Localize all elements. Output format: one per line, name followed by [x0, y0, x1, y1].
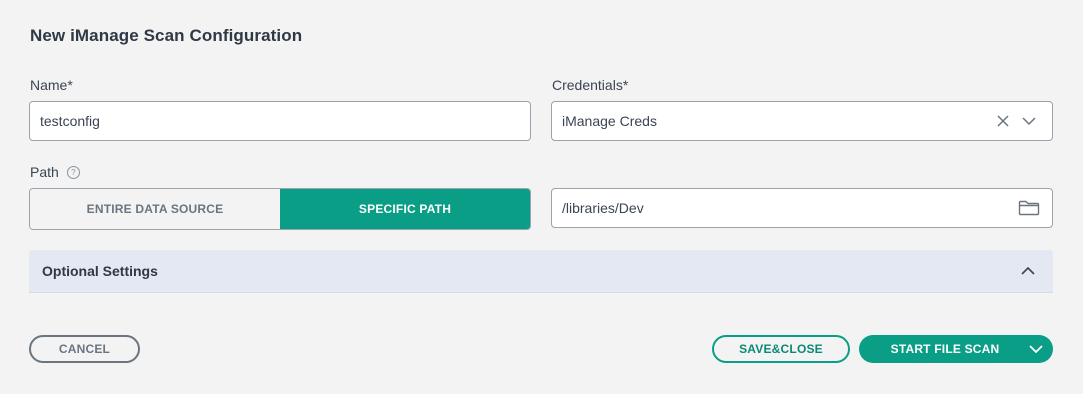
- path-value: /libraries/Dev: [562, 200, 644, 216]
- specific-path-option[interactable]: SPECIFIC PATH: [280, 189, 530, 229]
- chevron-up-icon[interactable]: [1015, 258, 1041, 284]
- name-label: Name*: [30, 77, 73, 93]
- credentials-label: Credentials*: [552, 77, 629, 93]
- start-file-scan-label: START FILE SCAN: [890, 342, 1000, 356]
- dialog-title: New iManage Scan Configuration: [30, 26, 303, 45]
- entire-data-source-option[interactable]: ENTIRE DATA SOURCE: [30, 189, 280, 229]
- path-mode-toggle: ENTIRE DATA SOURCE SPECIFIC PATH: [29, 188, 531, 230]
- chevron-down-icon[interactable]: [1019, 344, 1053, 354]
- start-file-scan-button[interactable]: START FILE SCAN: [859, 335, 1053, 363]
- name-value: testconfig: [40, 113, 100, 129]
- name-field[interactable]: testconfig: [29, 101, 531, 141]
- chevron-down-icon[interactable]: [1016, 108, 1042, 134]
- path-label-group: Path?: [30, 164, 80, 180]
- path-label: Path: [30, 164, 59, 180]
- folder-icon[interactable]: [1016, 195, 1042, 221]
- scan-config-dialog: New iManage Scan Configuration Name* tes…: [0, 0, 1083, 394]
- credentials-select[interactable]: iManage Creds: [551, 101, 1053, 141]
- close-icon[interactable]: [990, 108, 1016, 134]
- path-input[interactable]: /libraries/Dev: [551, 188, 1053, 228]
- optional-settings-accordion[interactable]: Optional Settings: [29, 250, 1053, 293]
- cancel-button[interactable]: CANCEL: [29, 335, 140, 363]
- credentials-value: iManage Creds: [562, 113, 657, 129]
- save-close-button[interactable]: SAVE&CLOSE: [712, 335, 850, 363]
- help-circle-icon[interactable]: ?: [66, 166, 80, 179]
- optional-settings-label: Optional Settings: [42, 263, 158, 279]
